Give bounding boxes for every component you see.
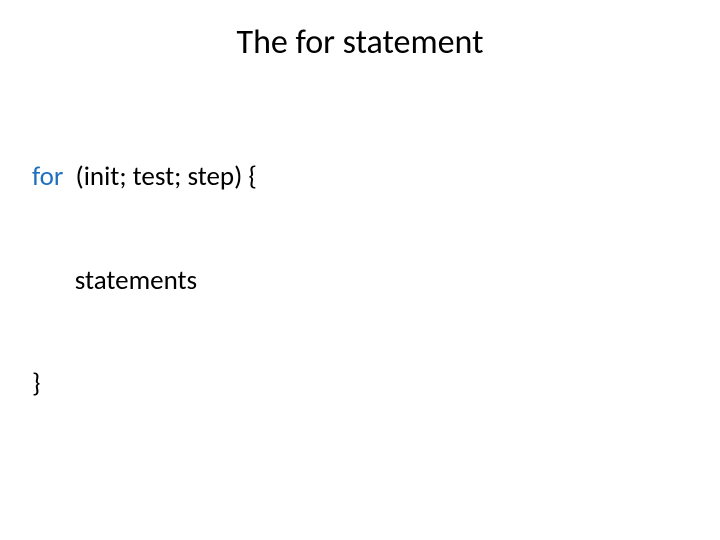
slide: The for statement for (init; test; step)…	[0, 0, 720, 540]
syntax-line-1: for (init; test; step) {	[32, 160, 688, 195]
syntax-line-1-rest: (init; test; step) {	[63, 160, 257, 193]
slide-body: for (init; test; step) { statements } Ex…	[32, 91, 688, 540]
for-keyword: for	[32, 160, 63, 193]
syntax-line-3: }	[32, 367, 688, 402]
syntax-line-2: statements	[32, 264, 688, 299]
slide-title: The for statement	[32, 22, 688, 63]
blank-gap	[32, 506, 688, 536]
